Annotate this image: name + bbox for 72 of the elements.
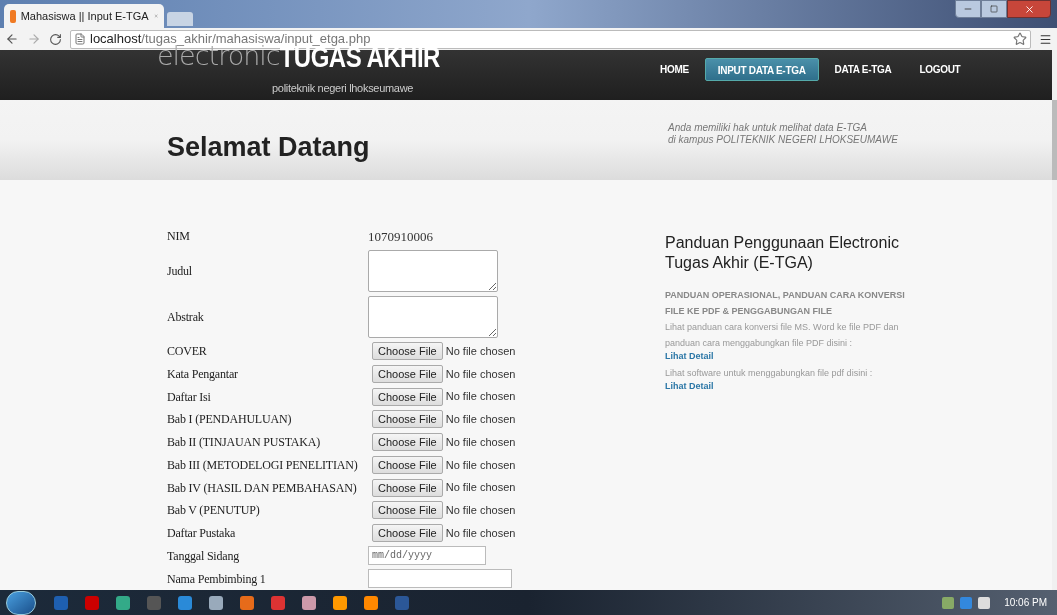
field-label: Judul xyxy=(167,262,192,280)
field-label: Bab I (PENDAHULUAN) xyxy=(167,411,292,429)
field-label: Bab IV (HASIL DAN PEMBAHASAN) xyxy=(167,479,357,497)
page-icon xyxy=(74,33,86,45)
maximize-icon xyxy=(990,5,998,13)
taskbar-clock[interactable]: 10:06 PM xyxy=(1004,595,1047,610)
app-icon xyxy=(10,9,16,23)
logo-subtitle: politeknik negeri lhokseumawe xyxy=(272,81,415,96)
field-label: Daftar Pustaka xyxy=(167,525,236,543)
guide-title: Panduan Penggunaan Electronic Tugas Akhir (E-TGA) xyxy=(665,233,900,273)
nav-link[interactable]: LOGOUT xyxy=(907,58,973,81)
forward-icon[interactable] xyxy=(27,32,41,46)
file-status: No file chosen xyxy=(445,389,516,405)
field-label: Bab III (METODELOGI PENELITIAN) xyxy=(167,456,358,474)
bookmark-star-icon[interactable] xyxy=(1013,32,1027,46)
choose-file-button[interactable]: Choose File xyxy=(372,501,443,520)
nim-value: 1070910006 xyxy=(368,227,433,246)
file-status: No file chosen xyxy=(445,457,516,473)
field-label: Kata Pengantar xyxy=(167,365,238,383)
file-status: No file chosen xyxy=(445,480,516,496)
detail-link[interactable]: Lihat Detail xyxy=(665,381,714,392)
file-status: No file chosen xyxy=(445,525,516,541)
field-label: NIM xyxy=(167,228,190,246)
field-label: Bab II (TINJAUAN PUSTAKA) xyxy=(167,434,321,452)
tab-title: Mahasiswa || Input E-TGA xyxy=(20,8,149,24)
tray-icon[interactable] xyxy=(942,596,955,609)
banner-note: Anda memiliki hak untuk melihat data E-TGA xyxy=(668,122,868,134)
welcome-title: Selamat Datang xyxy=(167,131,371,164)
file-status: No file chosen xyxy=(445,434,516,450)
text-area[interactable] xyxy=(368,295,498,338)
close-icon[interactable] xyxy=(153,11,158,21)
banner-note: di kampus POLITEKNIK NEGERI LHOKSEUMAWE xyxy=(668,134,898,146)
choose-file-button[interactable]: Choose File xyxy=(372,478,443,497)
start-button[interactable] xyxy=(6,590,36,615)
guide-heading: PANDUAN OPERASIONAL, PANDUAN CARA KONVERSI FILE KE PDF & PENGGABUNGAN FILE xyxy=(665,289,905,318)
field-label: Bab V (PENUTUP) xyxy=(167,502,260,520)
choose-file-button[interactable]: Choose File xyxy=(372,433,443,452)
menu-icon[interactable] xyxy=(1039,32,1052,46)
text-area[interactable] xyxy=(368,249,498,292)
back-icon[interactable] xyxy=(5,32,19,46)
file-status: No file chosen xyxy=(445,366,516,382)
field-label: COVER xyxy=(167,343,207,360)
field-label: Nama Pembimbing 1 xyxy=(167,570,266,588)
choose-file-button[interactable]: Choose File xyxy=(372,455,443,474)
detail-link[interactable]: Lihat Detail xyxy=(665,351,714,362)
scrollbar[interactable] xyxy=(1052,50,1057,590)
date-field[interactable]: mm/dd/yyyy xyxy=(368,546,486,566)
reload-icon[interactable] xyxy=(49,32,62,46)
browser-tab[interactable]: Mahasiswa || Input E-TGA xyxy=(4,4,164,28)
nav-link[interactable]: INPUT DATA E-TGA xyxy=(704,58,819,81)
field-label: Tanggal Sidang xyxy=(167,547,239,565)
choose-file-button[interactable]: Choose File xyxy=(372,387,443,406)
tray-icon[interactable] xyxy=(960,596,973,609)
guide-text: Lihat panduan cara konversi file MS. Word ke file PDF dan panduan cara menggabungkan file PDF disini : xyxy=(665,321,900,350)
close-icon xyxy=(1023,3,1035,15)
guide-text: Lihat software untuk menggabungkan file pdf disini : xyxy=(665,367,874,380)
minimize-button[interactable] xyxy=(955,0,981,18)
nav-link[interactable]: DATA E-TGA xyxy=(822,58,904,81)
close-button[interactable] xyxy=(1007,0,1051,18)
network-icon[interactable] xyxy=(978,596,991,609)
nav-link[interactable]: HOME xyxy=(648,58,701,81)
file-status: No file chosen xyxy=(445,343,516,359)
field-label: Abstrak xyxy=(167,308,204,326)
choose-file-button[interactable]: Choose File xyxy=(372,524,443,543)
file-status: No file chosen xyxy=(445,503,516,519)
maximize-button[interactable] xyxy=(981,0,1007,18)
choose-file-button[interactable]: Choose File xyxy=(372,410,443,429)
field-label: Daftar Isi xyxy=(167,388,211,406)
choose-file-button[interactable]: Choose File xyxy=(372,364,443,383)
file-status: No file chosen xyxy=(445,412,516,428)
input-field[interactable] xyxy=(368,569,512,589)
choose-file-button[interactable]: Choose File xyxy=(372,342,443,360)
